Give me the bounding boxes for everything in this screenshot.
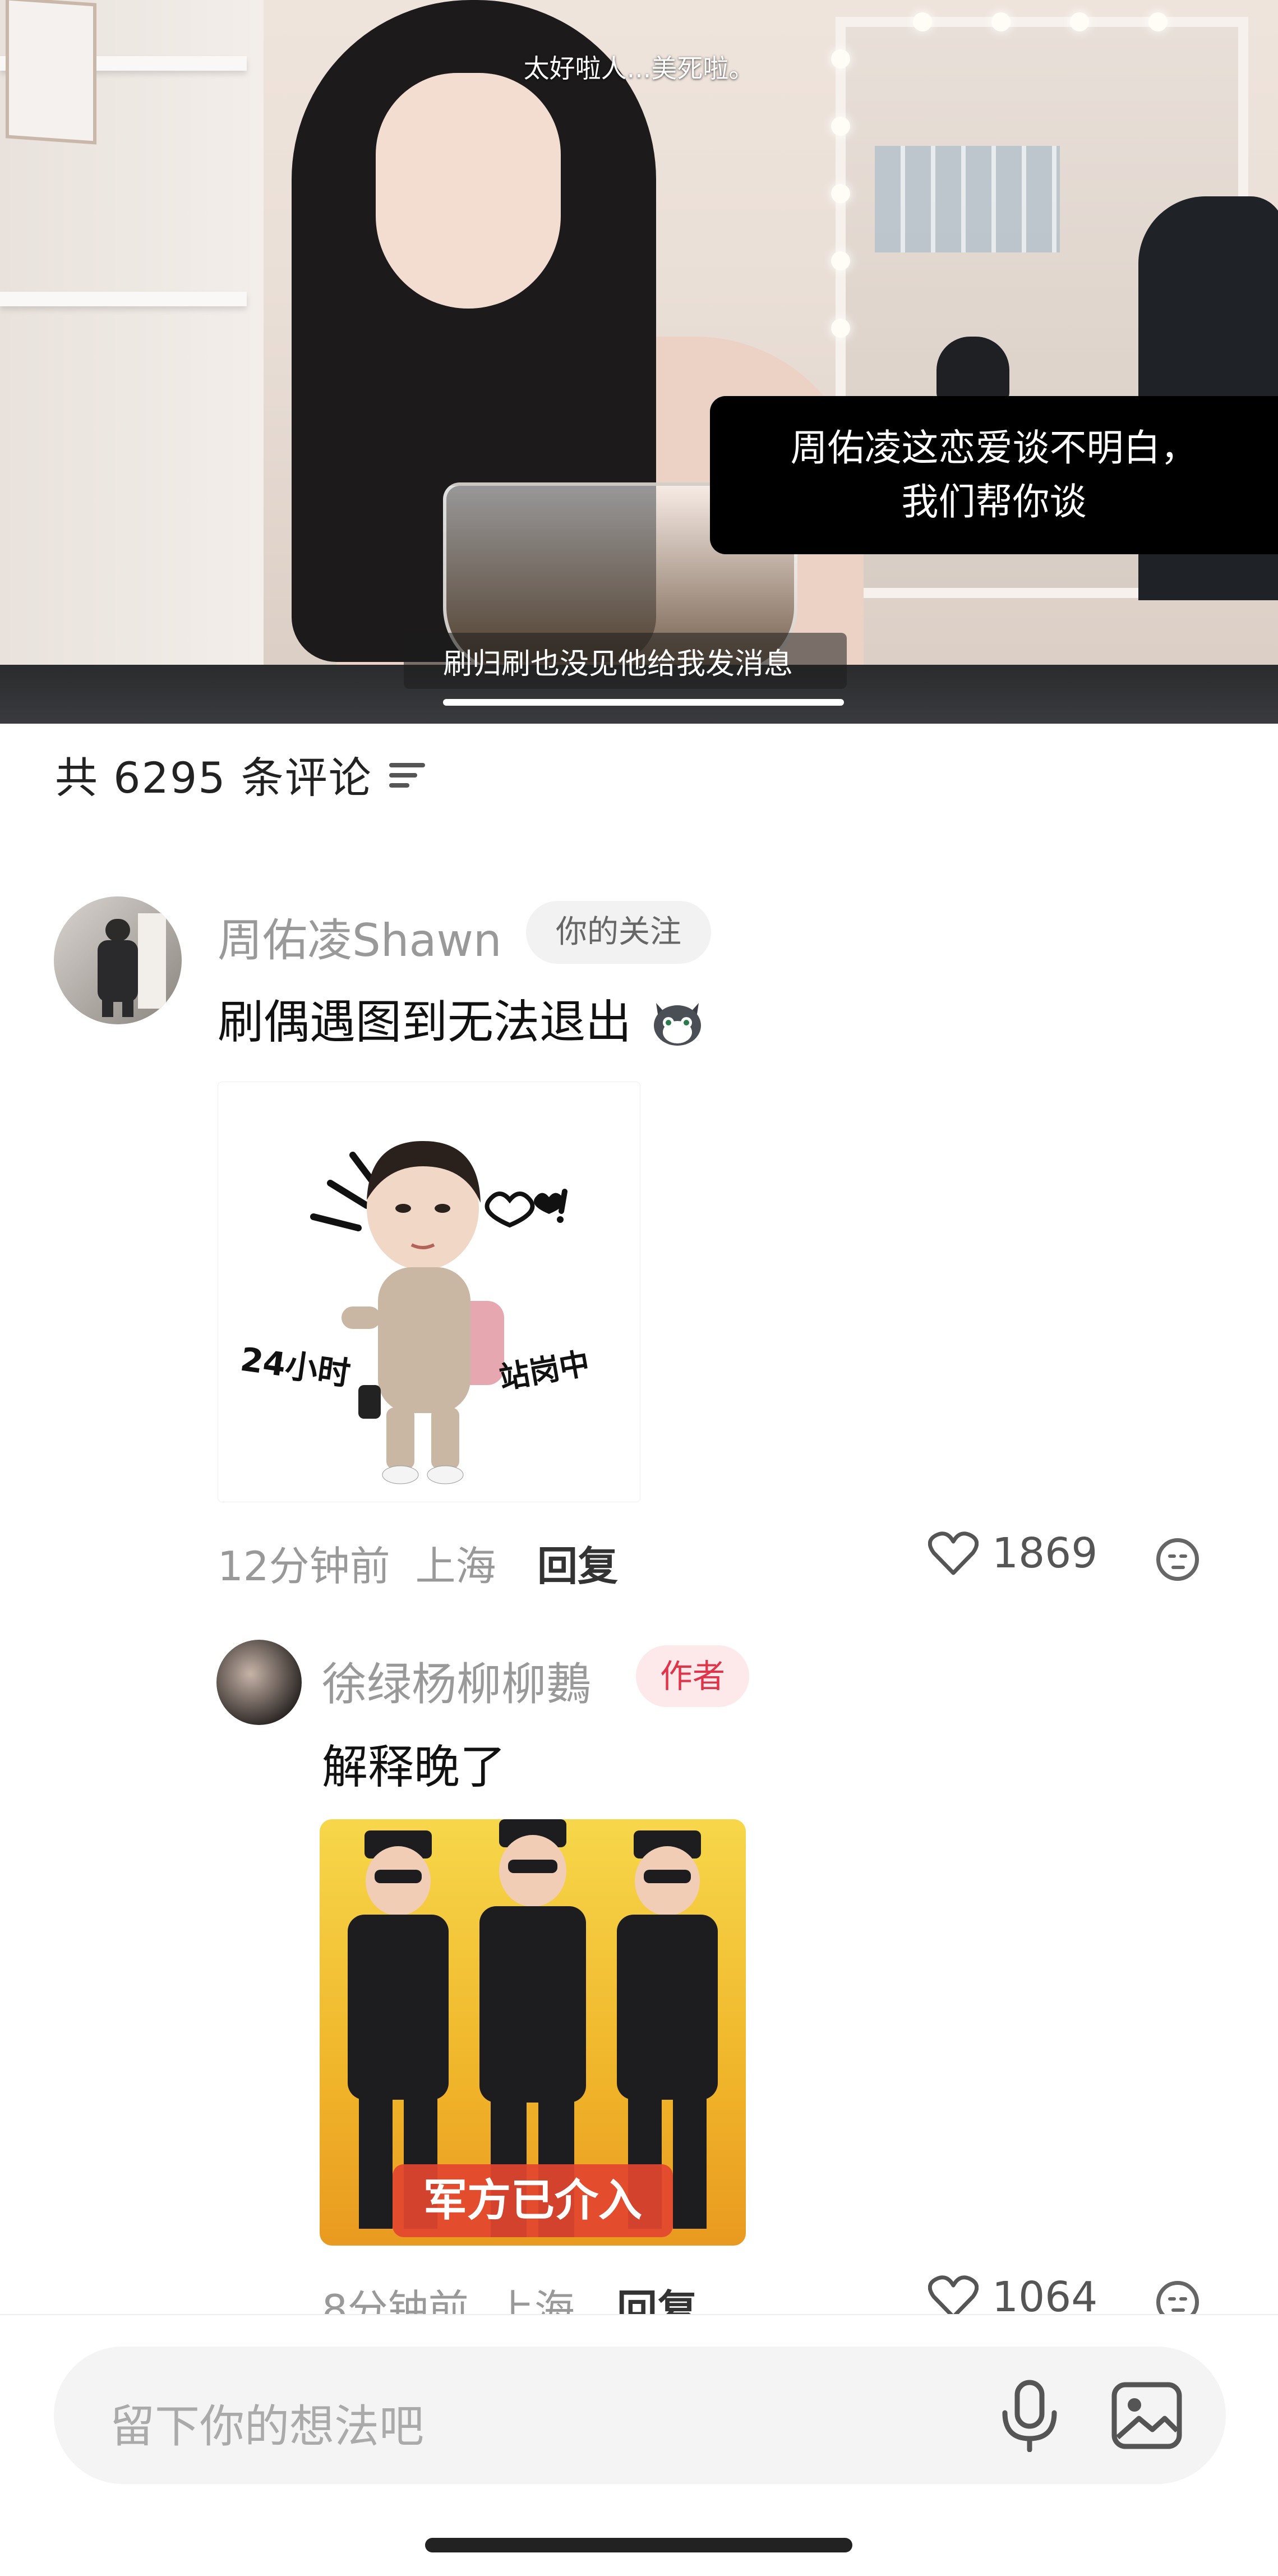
comment-location: 上海	[415, 1543, 496, 1590]
video-shelf	[0, 292, 247, 306]
mirror-light	[831, 251, 850, 270]
video-progress-bar[interactable]	[443, 699, 844, 706]
comment-input[interactable]: 留下你的想法吧	[54, 2347, 1226, 2484]
heart-icon	[928, 1531, 979, 1575]
video-caption: 刷归刷也没见他给我发消息	[404, 633, 847, 689]
comment-time: 12分钟前	[218, 1543, 390, 1590]
filter-icon[interactable]	[389, 757, 428, 791]
like-count: 1869	[992, 1529, 1098, 1577]
follow-tag: 你的关注	[526, 901, 711, 964]
comment-input-placeholder: 留下你的想法吧	[110, 2400, 424, 2453]
avatar[interactable]	[216, 1640, 302, 1725]
image-icon[interactable]	[1111, 2381, 1183, 2450]
reply-button[interactable]: 回复	[537, 1533, 618, 1592]
comment-text: 刷偶遇图到无法退出	[218, 985, 705, 1059]
comments-header: 共 6295 条评论	[55, 743, 428, 805]
mirror-light	[913, 12, 932, 31]
video-background-hat	[936, 337, 1009, 404]
caption-text: 刷归刷也没见他给我发消息	[443, 647, 793, 681]
comment-text: 解释晚了	[322, 1741, 506, 1794]
overlay-line: 我们帮你谈	[901, 480, 1087, 523]
mirror-light	[1148, 12, 1168, 31]
home-indicator[interactable]	[425, 2538, 852, 2552]
video-overlay-text: 周佑凌这恋爱谈不明白， 我们帮你谈	[710, 396, 1278, 554]
emoji-icon[interactable]	[1156, 1538, 1199, 1581]
like-button[interactable]: 1869	[928, 1529, 1097, 1577]
sticker-image[interactable]: 24小时 站岗中	[218, 1082, 640, 1502]
author-tag: 作者	[636, 1645, 749, 1707]
video-player[interactable]: 太好啦人...美死啦。 周佑凌这恋爱谈不明白， 我们帮你谈 刷归刷也没见他给我发…	[0, 0, 1278, 724]
comment-count: 共 6295 条评论	[55, 753, 372, 803]
sticker-caption: 军方已介入	[423, 2175, 642, 2226]
mirror-light	[991, 12, 1011, 31]
comment-meta: 12分钟前 上海	[218, 1533, 496, 1592]
comment-username[interactable]: 徐绿杨柳柳鶈	[322, 1648, 591, 1713]
video-window	[875, 146, 1060, 252]
overlay-line: 周佑凌这恋爱谈不明白，	[790, 426, 1198, 470]
mirror-light	[831, 117, 850, 136]
video-person-face	[376, 73, 561, 309]
comment-text-content: 刷偶遇图到无法退出	[218, 996, 632, 1049]
mirror-light	[831, 184, 850, 203]
heart-icon	[928, 2275, 979, 2319]
microphone-icon[interactable]	[996, 2379, 1063, 2452]
video-top-subtitle: 太好啦人...美死啦。	[523, 53, 755, 84]
cat-emoji-icon	[649, 992, 705, 1059]
avatar[interactable]	[54, 896, 182, 1024]
comment-username[interactable]: 周佑凌Shawn	[218, 904, 502, 969]
sticker-image[interactable]: 军方已介入	[320, 1819, 746, 2246]
mirror-light	[831, 319, 850, 338]
mirror-light	[1070, 12, 1089, 31]
